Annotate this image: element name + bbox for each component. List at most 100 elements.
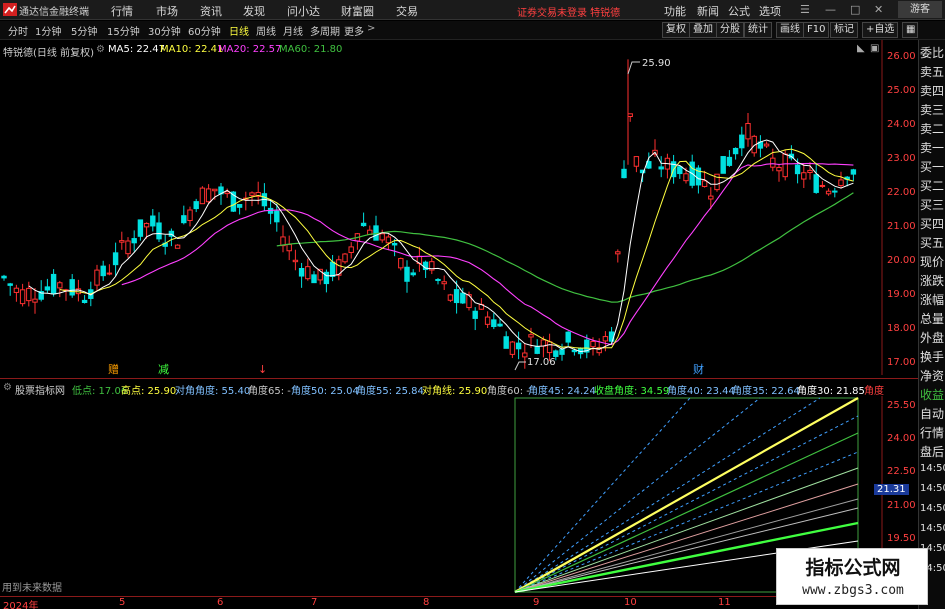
- news-button[interactable]: 新闻: [697, 3, 719, 19]
- candle-body: [720, 156, 726, 174]
- menu-wealth[interactable]: 财富圈: [341, 3, 374, 19]
- f10-button[interactable]: F10: [803, 22, 830, 38]
- period-intraday[interactable]: 分时: [8, 23, 28, 38]
- function-button[interactable]: 功能: [664, 3, 686, 19]
- event-marker-gift[interactable]: 赠: [108, 362, 119, 375]
- side-item-buy2[interactable]: 买二: [920, 177, 945, 194]
- login-notice[interactable]: 证券交易未登录 特锐德: [517, 4, 620, 19]
- grid-icon[interactable]: ▦: [902, 22, 918, 38]
- event-marker-reduce[interactable]: 减: [158, 363, 169, 375]
- side-item-time: 14:50: [920, 483, 945, 494]
- menu-icon[interactable]: ☰: [800, 3, 810, 16]
- candle-body: [236, 204, 243, 208]
- period-more[interactable]: 更多: [344, 23, 364, 38]
- statistics-button[interactable]: 统计: [744, 22, 772, 38]
- side-item-time: 14:50: [920, 523, 945, 534]
- side-item-sell5[interactable]: 卖五: [920, 63, 945, 80]
- minimize-icon[interactable]: —: [825, 3, 836, 16]
- candle-body: [515, 342, 522, 350]
- side-item-time: 14:50: [920, 503, 945, 514]
- menu-market[interactable]: 行情: [111, 3, 133, 19]
- restore-rights-button[interactable]: 复权: [662, 22, 690, 38]
- candle-body: [633, 156, 640, 167]
- candle-body: [50, 273, 57, 295]
- side-item-buy4[interactable]: 买四: [920, 215, 945, 232]
- period-60min[interactable]: 60分钟: [188, 23, 221, 38]
- event-marker-arrow[interactable]: ↓: [258, 363, 267, 375]
- formula-button[interactable]: 公式: [728, 3, 750, 19]
- side-item-auto[interactable]: 自动: [920, 405, 945, 422]
- side-item-buy5[interactable]: 买五: [920, 234, 945, 251]
- side-item-time: 14:50: [920, 463, 945, 474]
- candle-body: [205, 188, 212, 203]
- side-item-buy1[interactable]: 买一: [920, 158, 945, 175]
- side-item-weibi[interactable]: 委比: [920, 44, 945, 61]
- candle-body: [26, 287, 32, 302]
- side-item-outer[interactable]: 外盘: [920, 329, 945, 346]
- event-marker-finance[interactable]: 财: [693, 362, 704, 375]
- candle-body: [683, 173, 689, 182]
- candle-body: [44, 286, 51, 291]
- guest-button[interactable]: 游客: [898, 1, 942, 18]
- candle-body: [472, 310, 478, 319]
- side-item-turnover[interactable]: 换手: [920, 348, 945, 365]
- indicator-name[interactable]: 股票指标网: [15, 382, 65, 396]
- menu-discover[interactable]: 发现: [243, 3, 265, 19]
- candle-body: [677, 166, 683, 175]
- candle-body: [385, 236, 392, 244]
- ma60-line: [276, 192, 854, 303]
- close-icon[interactable]: ✕: [874, 3, 883, 16]
- side-item-volume[interactable]: 总量: [920, 310, 945, 327]
- side-item-buy3[interactable]: 买三: [920, 196, 945, 213]
- side-item-change-pct[interactable]: 涨幅: [920, 291, 945, 308]
- menu-news[interactable]: 资讯: [200, 3, 222, 19]
- side-item-sell3[interactable]: 卖三: [920, 101, 945, 118]
- mark-button[interactable]: 标记: [830, 22, 858, 38]
- candle-body: [1, 275, 7, 279]
- candle-body: [850, 169, 857, 175]
- side-item-sell1[interactable]: 卖一: [920, 139, 945, 156]
- date-tick: 8: [423, 597, 430, 608]
- menu-wenxiaoda[interactable]: 问小达: [287, 3, 320, 19]
- drawing-button[interactable]: 画线: [776, 22, 804, 38]
- price-tick: 25.00: [887, 85, 916, 96]
- period-1min[interactable]: 1分钟: [35, 23, 61, 38]
- candlestick-chart[interactable]: 25.90 17.06 赠 减 ↓ 财: [0, 40, 920, 375]
- side-item-sell2[interactable]: 卖二: [920, 120, 945, 137]
- period-30min[interactable]: 30分钟: [148, 23, 181, 38]
- side-item-earnings[interactable]: 收益: [920, 386, 945, 403]
- price-tick: 20.00: [887, 255, 916, 266]
- side-item-after-hours[interactable]: 盘后: [920, 443, 945, 460]
- candle-body: [794, 164, 801, 175]
- add-watchlist-button[interactable]: +自选: [862, 22, 899, 38]
- title-bar: 通达信金融终端 行情 市场 资讯 发现 问小达 财富圈 交易 证券交易未登录 特…: [0, 0, 945, 20]
- side-item-price[interactable]: 现价: [920, 253, 945, 270]
- candle-body: [615, 251, 621, 255]
- overlay-button[interactable]: 叠加: [689, 22, 717, 38]
- side-item-change[interactable]: 涨跌: [920, 272, 945, 289]
- more-chevron-icon[interactable]: >: [367, 23, 375, 34]
- maximize-icon[interactable]: □: [850, 3, 860, 16]
- indicator-settings-icon[interactable]: ⚙: [3, 382, 12, 393]
- options-button[interactable]: 选项: [759, 3, 781, 19]
- period-multi[interactable]: 多周期: [310, 23, 340, 38]
- candle-body: [100, 265, 106, 277]
- period-15min[interactable]: 15分钟: [107, 23, 140, 38]
- side-item-net-asset[interactable]: 净资: [920, 367, 945, 384]
- candle-body: [503, 336, 509, 349]
- side-item-sell4[interactable]: 卖四: [920, 82, 945, 99]
- candle-body: [534, 346, 540, 354]
- menu-trade[interactable]: 交易: [396, 3, 418, 19]
- period-5min[interactable]: 5分钟: [71, 23, 97, 38]
- ind-close-angle: 收盘角度: 34.59: [594, 386, 670, 396]
- pane-divider: [0, 378, 918, 379]
- side-item-quote[interactable]: 行情: [920, 424, 945, 441]
- split-button[interactable]: 分股: [716, 22, 744, 38]
- period-daily[interactable]: 日线: [229, 23, 249, 38]
- menu-exchange[interactable]: 市场: [156, 3, 178, 19]
- candle-body: [137, 219, 144, 237]
- period-weekly[interactable]: 周线: [256, 23, 276, 38]
- period-monthly[interactable]: 月线: [283, 23, 303, 38]
- candle-body: [360, 222, 367, 227]
- candle-body: [621, 168, 627, 179]
